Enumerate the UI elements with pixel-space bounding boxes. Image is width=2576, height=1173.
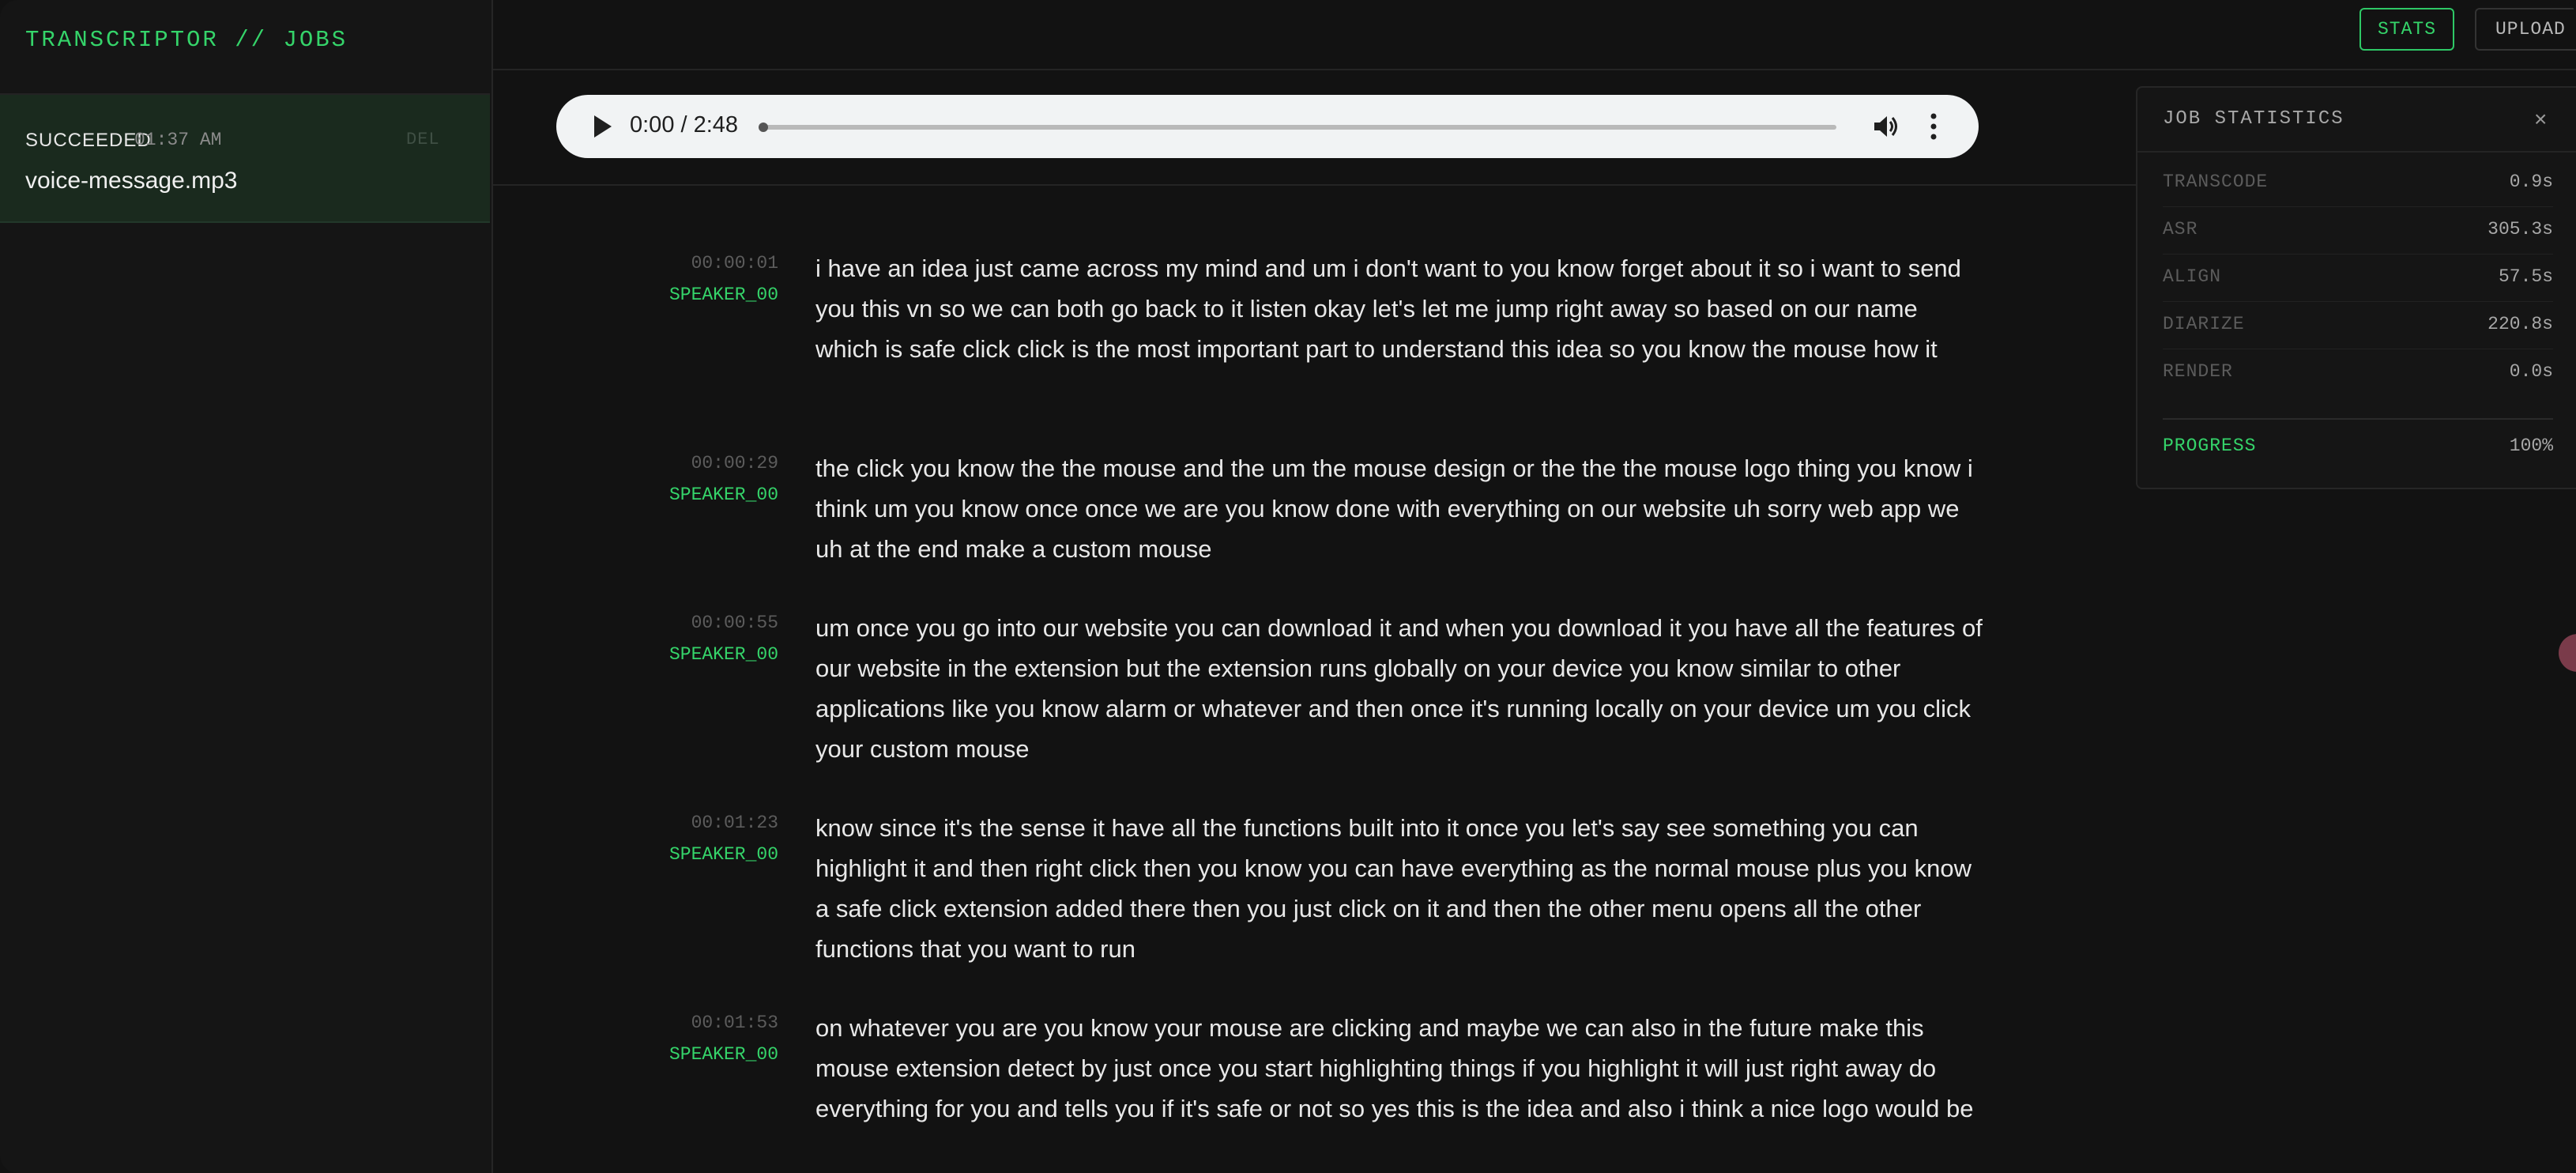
stat-label: ALIGN	[2163, 266, 2222, 287]
stats-divider	[2137, 151, 2576, 153]
stats-button[interactable]: STATS	[2359, 8, 2454, 51]
segment-speaker: SPEAKER_00	[668, 485, 778, 505]
segment-timestamp[interactable]: 00:00:01	[691, 253, 778, 273]
stat-value: 305.3s	[2487, 219, 2553, 240]
job-statistics-panel: JOB STATISTICS × TRANSCODE 0.9s ASR 305.…	[2136, 86, 2576, 489]
stat-row: TRANSCODE 0.9s	[2163, 159, 2553, 207]
stat-row: DIARIZE 220.8s	[2163, 301, 2553, 349]
stat-label: TRANSCODE	[2163, 172, 2269, 192]
stat-value: 0.9s	[2509, 172, 2553, 192]
segment-timestamp[interactable]: 00:01:53	[691, 1013, 778, 1033]
audio-player[interactable]: 0:00 / 2:48	[556, 95, 1979, 158]
segment-text: um once you go into our website you can …	[815, 614, 1983, 763]
stat-label: ASR	[2163, 219, 2198, 240]
segment-text: know since it's the sense it have all th…	[815, 814, 1972, 963]
job-filename: voice-message.mp3	[25, 168, 238, 194]
stats-panel-title: JOB STATISTICS	[2163, 108, 2344, 130]
sidebar: TRANSCRIPTOR // JOBS SUCCEEDED 01:37 AM …	[0, 0, 493, 1173]
segment-timestamp[interactable]: 00:00:55	[691, 613, 778, 633]
segment-speaker: SPEAKER_00	[668, 644, 778, 665]
segment-text: the click you know the the mouse and the…	[815, 454, 1973, 563]
stat-value: 220.8s	[2487, 314, 2553, 334]
player-time-display: 0:00 / 2:48	[630, 112, 739, 138]
segment-meta: 00:01:53 SPEAKER_00	[553, 1013, 778, 1076]
progress-row: PROGRESS 100%	[2163, 418, 2553, 467]
segment-speaker: SPEAKER_00	[668, 1044, 778, 1065]
job-time: 01:37 AM	[134, 130, 222, 150]
volume-icon[interactable]	[1873, 114, 1900, 139]
segment-meta: 00:00:55 SPEAKER_00	[553, 613, 778, 676]
stat-row: RENDER 0.0s	[2163, 349, 2553, 396]
floating-widget-icon[interactable]	[2559, 634, 2576, 672]
sidebar-title: TRANSCRIPTOR // JOBS	[25, 27, 348, 53]
stat-label: DIARIZE	[2163, 314, 2245, 334]
segment-text: on whatever you are you know your mouse …	[815, 1014, 1974, 1122]
progress-label: PROGRESS	[2163, 436, 2257, 456]
stat-row: ASR 305.3s	[2163, 206, 2553, 255]
progress-value: 100%	[2509, 436, 2553, 456]
close-icon[interactable]: ×	[2534, 107, 2547, 132]
stat-label: RENDER	[2163, 361, 2233, 382]
upload-button[interactable]: UPLOAD	[2475, 8, 2576, 51]
job-status-badge: SUCCEEDED	[25, 130, 152, 151]
app-window: TRANSCRIPTOR // JOBS SUCCEEDED 01:37 AM …	[0, 0, 2576, 1173]
stat-value: 0.0s	[2509, 361, 2553, 382]
more-options-icon[interactable]	[1930, 112, 1938, 141]
segment-meta: 00:00:29 SPEAKER_00	[553, 453, 778, 516]
segment-timestamp[interactable]: 00:00:29	[691, 453, 778, 473]
top-bar: STATS UPLOAD	[493, 0, 2576, 70]
player-seek-thumb[interactable]	[759, 123, 768, 132]
segment-meta: 00:01:23 SPEAKER_00	[553, 813, 778, 876]
segment-text: i have an idea just came across my mind …	[815, 255, 1961, 363]
delete-job-button[interactable]: DEL	[406, 130, 440, 149]
stat-value: 57.5s	[2498, 266, 2553, 287]
segment-speaker: SPEAKER_00	[668, 285, 778, 305]
segment-speaker: SPEAKER_00	[668, 844, 778, 865]
stat-row: ALIGN 57.5s	[2163, 254, 2553, 302]
segment-meta: 00:00:01 SPEAKER_00	[553, 253, 778, 316]
play-icon[interactable]	[594, 115, 612, 138]
segment-timestamp[interactable]: 00:01:23	[691, 813, 778, 833]
job-item[interactable]: SUCCEEDED 01:37 AM DEL voice-message.mp3	[0, 95, 490, 223]
player-seek-bar[interactable]	[759, 123, 1836, 132]
